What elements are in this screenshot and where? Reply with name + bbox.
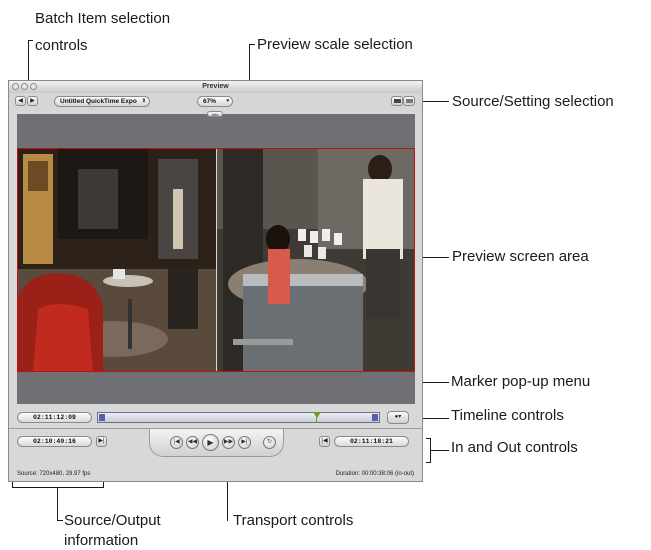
in-marker-icon[interactable] <box>99 414 105 421</box>
out-timecode-value: 02:11:18:21 <box>350 438 393 445</box>
zoom-popup[interactable]: 67% ▾ <box>197 96 233 107</box>
batch-item-label: Untitled QuickTime Expo <box>60 98 137 105</box>
callout-batch-item-line2: controls <box>35 37 88 54</box>
go-to-start-button[interactable]: |◀ <box>170 436 183 449</box>
out-marker-icon[interactable] <box>372 414 378 421</box>
callout-timeline: Timeline controls <box>451 407 564 424</box>
popup-arrows-icon: ⇕ <box>141 98 146 104</box>
split-handle[interactable]: Info <box>207 111 223 117</box>
source-view-button[interactable] <box>391 96 403 106</box>
marker-popup-button[interactable]: ●▾ <box>387 411 409 424</box>
go-to-end-button[interactable]: ▶| <box>238 436 251 449</box>
in-timecode[interactable]: 02:10:40:16 <box>17 436 92 447</box>
window-title: Preview <box>202 83 229 90</box>
setting-view-button[interactable] <box>403 96 415 106</box>
batch-item-popup[interactable]: Untitled QuickTime Expo ⇕ <box>54 96 150 107</box>
marker-menu-icon: ●▾ <box>394 414 402 420</box>
callout-in-out: In and Out controls <box>451 439 578 456</box>
step-back-button[interactable]: ◀◀ <box>186 436 199 449</box>
leader-source-v <box>57 487 58 521</box>
preview-window: Preview ◀ ▶ Untitled QuickTime Expo ⇕ 67… <box>8 80 423 482</box>
callout-source-setting: Source/Setting selection <box>452 93 614 110</box>
source-info: Source: 720x480, 29.97 fps <box>17 471 91 477</box>
bracket-in-out-bot <box>426 462 431 463</box>
duration-info: Duration: 00:00:38:06 (in-out) <box>335 471 414 477</box>
in-timecode-value: 02:10:40:16 <box>33 438 76 445</box>
callout-preview-scale: Preview scale selection <box>257 36 413 53</box>
callout-source-output-line2: information <box>64 532 139 549</box>
leader-in-out <box>430 450 449 451</box>
step-forward-button[interactable]: ▶▶ <box>222 436 235 449</box>
next-item-button[interactable]: ▶ <box>27 96 38 106</box>
playhead-icon[interactable] <box>313 412 321 418</box>
leader-batch-item-h <box>28 40 33 41</box>
callout-transport: Transport controls <box>233 512 354 529</box>
playhead-line <box>316 417 317 423</box>
out-timecode[interactable]: 02:11:18:21 <box>334 436 409 447</box>
toolbar: ◀ ▶ Untitled QuickTime Expo ⇕ 67% ▾ <box>9 93 422 111</box>
play-icon: ▶ <box>207 438 214 447</box>
timeline-track[interactable] <box>97 412 380 423</box>
timeline-timecode-value: 02:11:12:09 <box>33 414 76 421</box>
set-in-button[interactable]: ▶| <box>96 436 107 447</box>
preview-top-margin <box>17 114 415 148</box>
bracket-in-out-top <box>426 438 431 439</box>
preview-screen[interactable] <box>17 148 415 372</box>
leader-timeline <box>422 418 449 419</box>
callout-source-output-line1: Source/Output <box>64 512 161 529</box>
set-out-button[interactable]: |◀ <box>319 436 330 447</box>
callout-preview-screen: Preview screen area <box>452 248 589 265</box>
split-handle-label: Info <box>211 112 219 117</box>
callout-batch-item-line1: Batch Item selection <box>35 10 171 27</box>
prev-item-button[interactable]: ◀ <box>15 96 26 106</box>
callout-marker-popup: Marker pop-up menu <box>451 373 591 390</box>
leader-preview-scale-h <box>249 44 255 45</box>
source-view-icon <box>393 99 401 103</box>
leader-source-h <box>57 520 63 521</box>
timeline-timecode[interactable]: 02:11:12:09 <box>17 412 92 423</box>
chevron-down-icon: ▾ <box>226 98 229 104</box>
loop-icon: ↻ <box>266 439 273 445</box>
split-divider[interactable] <box>216 149 217 371</box>
loop-button[interactable]: ↻ <box>263 436 276 449</box>
preview-bottom-margin <box>17 372 415 404</box>
zoom-label: 67% <box>203 98 217 105</box>
setting-view-icon <box>405 99 413 103</box>
play-button[interactable]: ▶ <box>202 434 219 451</box>
bracket-source-h <box>12 487 104 488</box>
